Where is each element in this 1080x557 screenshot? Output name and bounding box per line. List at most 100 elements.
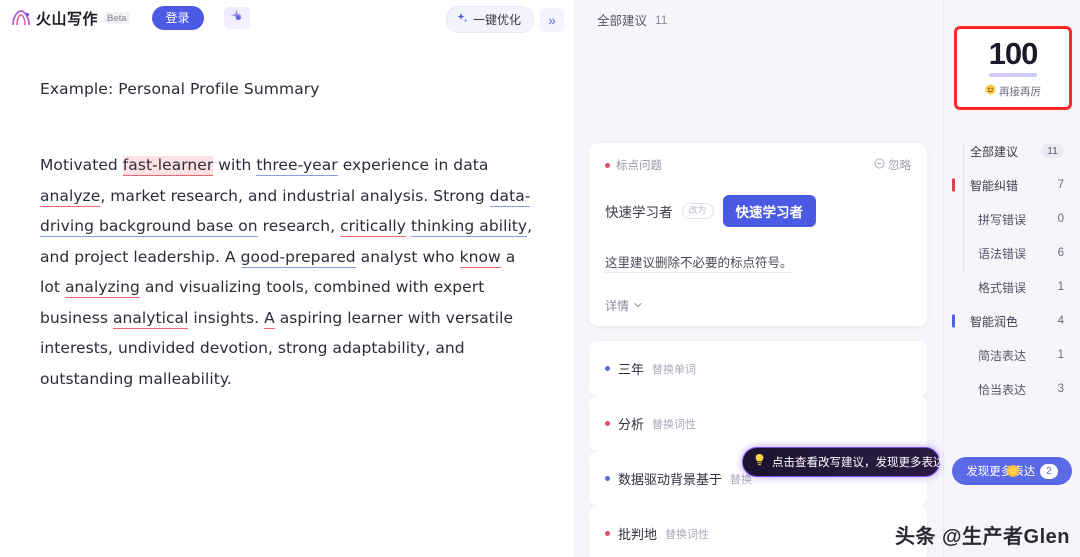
list-item[interactable]: 分析 替换词性 <box>589 396 927 451</box>
flagged-text-run[interactable]: analyze <box>40 186 101 207</box>
discover-more-button[interactable]: 发现更多表达 2 <box>952 457 1072 485</box>
stat-value: 11 <box>1041 144 1064 158</box>
volcano-logo-icon <box>10 8 32 28</box>
flagged-text-run[interactable]: good-prepared <box>240 247 356 268</box>
suggestions-header: 全部建议 11 <box>575 0 943 29</box>
one-click-optimize-label: 一键优化 <box>472 13 521 27</box>
list-item[interactable]: 批判地 替换词性 <box>589 506 927 557</box>
suggestion-action: 替换词性 <box>652 418 697 431</box>
type-dot-icon <box>605 531 610 536</box>
type-dot-icon <box>605 476 610 481</box>
lightbulb-icon <box>753 453 766 472</box>
hint-tooltip: 点击查看改写建议，发现更多表达 <box>742 447 945 477</box>
discover-more-label: 发现更多表达 <box>966 466 1036 478</box>
suggestions-header-label: 全部建议 <box>597 14 648 28</box>
stat-label: 智能润色 <box>970 314 1019 329</box>
stat-label: 格式错误 <box>978 280 1027 295</box>
suggestion-word: 批判地 <box>618 527 658 542</box>
sidebar-item-grammar-errors[interactable]: 语法错误 6 <box>944 236 1080 270</box>
details-label: 详情 <box>605 299 630 313</box>
one-click-optimize-button[interactable]: 一键优化 <box>445 6 534 33</box>
category-color-bar <box>952 314 955 328</box>
score-caption-label: 再接再厉 <box>999 85 1041 98</box>
suggestion-word: 三年 <box>618 362 645 377</box>
app-root: 火山写作 Beta 登录 一键优化 » Example: Personal Pr… <box>0 0 1080 557</box>
flagged-text-run[interactable]: thinking ability <box>410 217 528 237</box>
suggestion-action: 替换单词 <box>652 363 697 376</box>
suggestion-description: 这里建议删除不必要的标点符号。 <box>605 252 793 273</box>
sidebar-item-smart-correction[interactable]: 智能纠错 7 <box>944 168 1080 202</box>
stat-value: 1 <box>1057 281 1064 293</box>
discover-more-badge: 2 <box>1040 463 1058 479</box>
flagged-text-run[interactable]: three-year <box>256 156 338 176</box>
app-logo: 火山写作 Beta <box>10 8 130 29</box>
beta-badge: Beta <box>104 12 130 24</box>
change-arrow-icon: 改为 <box>681 203 714 219</box>
score-caption: 再接再厉 <box>985 84 1041 99</box>
sparkle-icon <box>456 12 469 28</box>
text-run: with <box>213 156 257 174</box>
suggestion-type-label: 标点问题 <box>616 160 662 172</box>
details-toggle[interactable]: 详情 <box>605 297 911 314</box>
hint-tooltip-text: 点击查看改写建议，发现更多表达 <box>772 457 945 469</box>
score-underline-decoration <box>989 72 1037 77</box>
suggestion-type-tag: 标点问题 <box>605 157 662 173</box>
stat-label: 语法错误 <box>978 246 1027 261</box>
stat-value: 4 <box>1057 315 1064 327</box>
suggestion-word: 分析 <box>618 417 645 432</box>
replacement-button[interactable]: 快速学习者 <box>722 195 817 227</box>
sparkle-icon <box>229 8 244 28</box>
sidebar-item-appropriate-expression[interactable]: 恰当表达 3 <box>944 372 1080 406</box>
flagged-text-run[interactable]: critically <box>340 217 406 237</box>
ignore-label: 忽略 <box>888 160 911 172</box>
type-dot-icon <box>605 366 610 371</box>
type-dot-icon <box>605 421 610 426</box>
stats-pane: 100 再接再厉 全部建议 11 智能纠错 7 拼写错误 0 语法错误 6 格式… <box>943 0 1080 557</box>
document-paragraph: Motivated fast-learner with three-year e… <box>40 150 534 394</box>
flagged-text-run[interactable]: know <box>459 247 501 268</box>
flagged-text-run[interactable]: A <box>264 308 275 329</box>
app-logo-text: 火山写作 <box>36 10 99 28</box>
login-button[interactable]: 登录 <box>151 5 204 31</box>
sidebar-item-spelling-errors[interactable]: 拼写错误 0 <box>944 202 1080 236</box>
header-right-actions: 一键优化 » <box>445 6 564 33</box>
suggestion-action: 替换词性 <box>665 528 710 541</box>
text-run: research, <box>257 217 341 235</box>
stat-value: 3 <box>1057 383 1064 395</box>
category-color-bar <box>952 178 955 192</box>
flagged-text-run[interactable]: analytical <box>112 308 189 329</box>
stat-label: 拼写错误 <box>978 212 1027 227</box>
document-body[interactable]: Example: Personal Profile Summary Motiva… <box>0 36 574 394</box>
sidebar-item-format-errors[interactable]: 格式错误 1 <box>944 270 1080 304</box>
ai-assistant-button[interactable] <box>223 7 250 29</box>
text-run: , market research, and industrial analys… <box>100 186 490 205</box>
app-header: 火山写作 Beta 登录 一键优化 » <box>0 0 574 36</box>
double-chevron-right-icon[interactable]: » <box>540 7 564 32</box>
ignore-button[interactable]: 忽略 <box>874 157 911 173</box>
suggestion-word: 数据驱动背景基于 <box>618 472 723 487</box>
suggestion-card[interactable]: 标点问题 忽略 快速学习者 改为 快速学习者 这里建议删除不必要的标点符号。 详… <box>589 143 927 326</box>
watermark: 头条 @生产者Glen <box>894 526 1070 548</box>
stat-label: 简洁表达 <box>978 348 1027 363</box>
text-run: insights. <box>188 308 265 327</box>
chevron-down-icon <box>633 299 643 313</box>
suggestion-card-header: 标点问题 忽略 <box>605 157 911 173</box>
sidebar-item-all-suggestions[interactable]: 全部建议 11 <box>944 134 1080 168</box>
document-title: Example: Personal Profile Summary <box>40 80 320 98</box>
flagged-text-run[interactable]: fast-learner <box>122 156 214 176</box>
text-run: Motivated <box>40 156 123 174</box>
sidebar-item-smart-polish[interactable]: 智能润色 4 <box>944 304 1080 338</box>
stat-value: 0 <box>1057 213 1064 225</box>
stat-label: 全部建议 <box>970 144 1019 159</box>
stat-label: 恰当表达 <box>978 382 1027 397</box>
stat-value: 7 <box>1057 179 1064 191</box>
type-dot-icon <box>605 162 610 168</box>
sidebar-item-concise-expression[interactable]: 简洁表达 1 <box>944 338 1080 372</box>
highlight-dot-icon <box>1007 465 1019 477</box>
text-run: experience in data <box>337 156 489 174</box>
flagged-text-run[interactable]: analyzing <box>65 278 140 298</box>
editor-pane: 火山写作 Beta 登录 一键优化 » Example: Personal Pr… <box>0 0 575 557</box>
score-card: 100 再接再厉 <box>954 26 1072 110</box>
minus-circle-icon <box>874 158 885 172</box>
list-item[interactable]: 三年 替换单词 <box>589 341 927 396</box>
